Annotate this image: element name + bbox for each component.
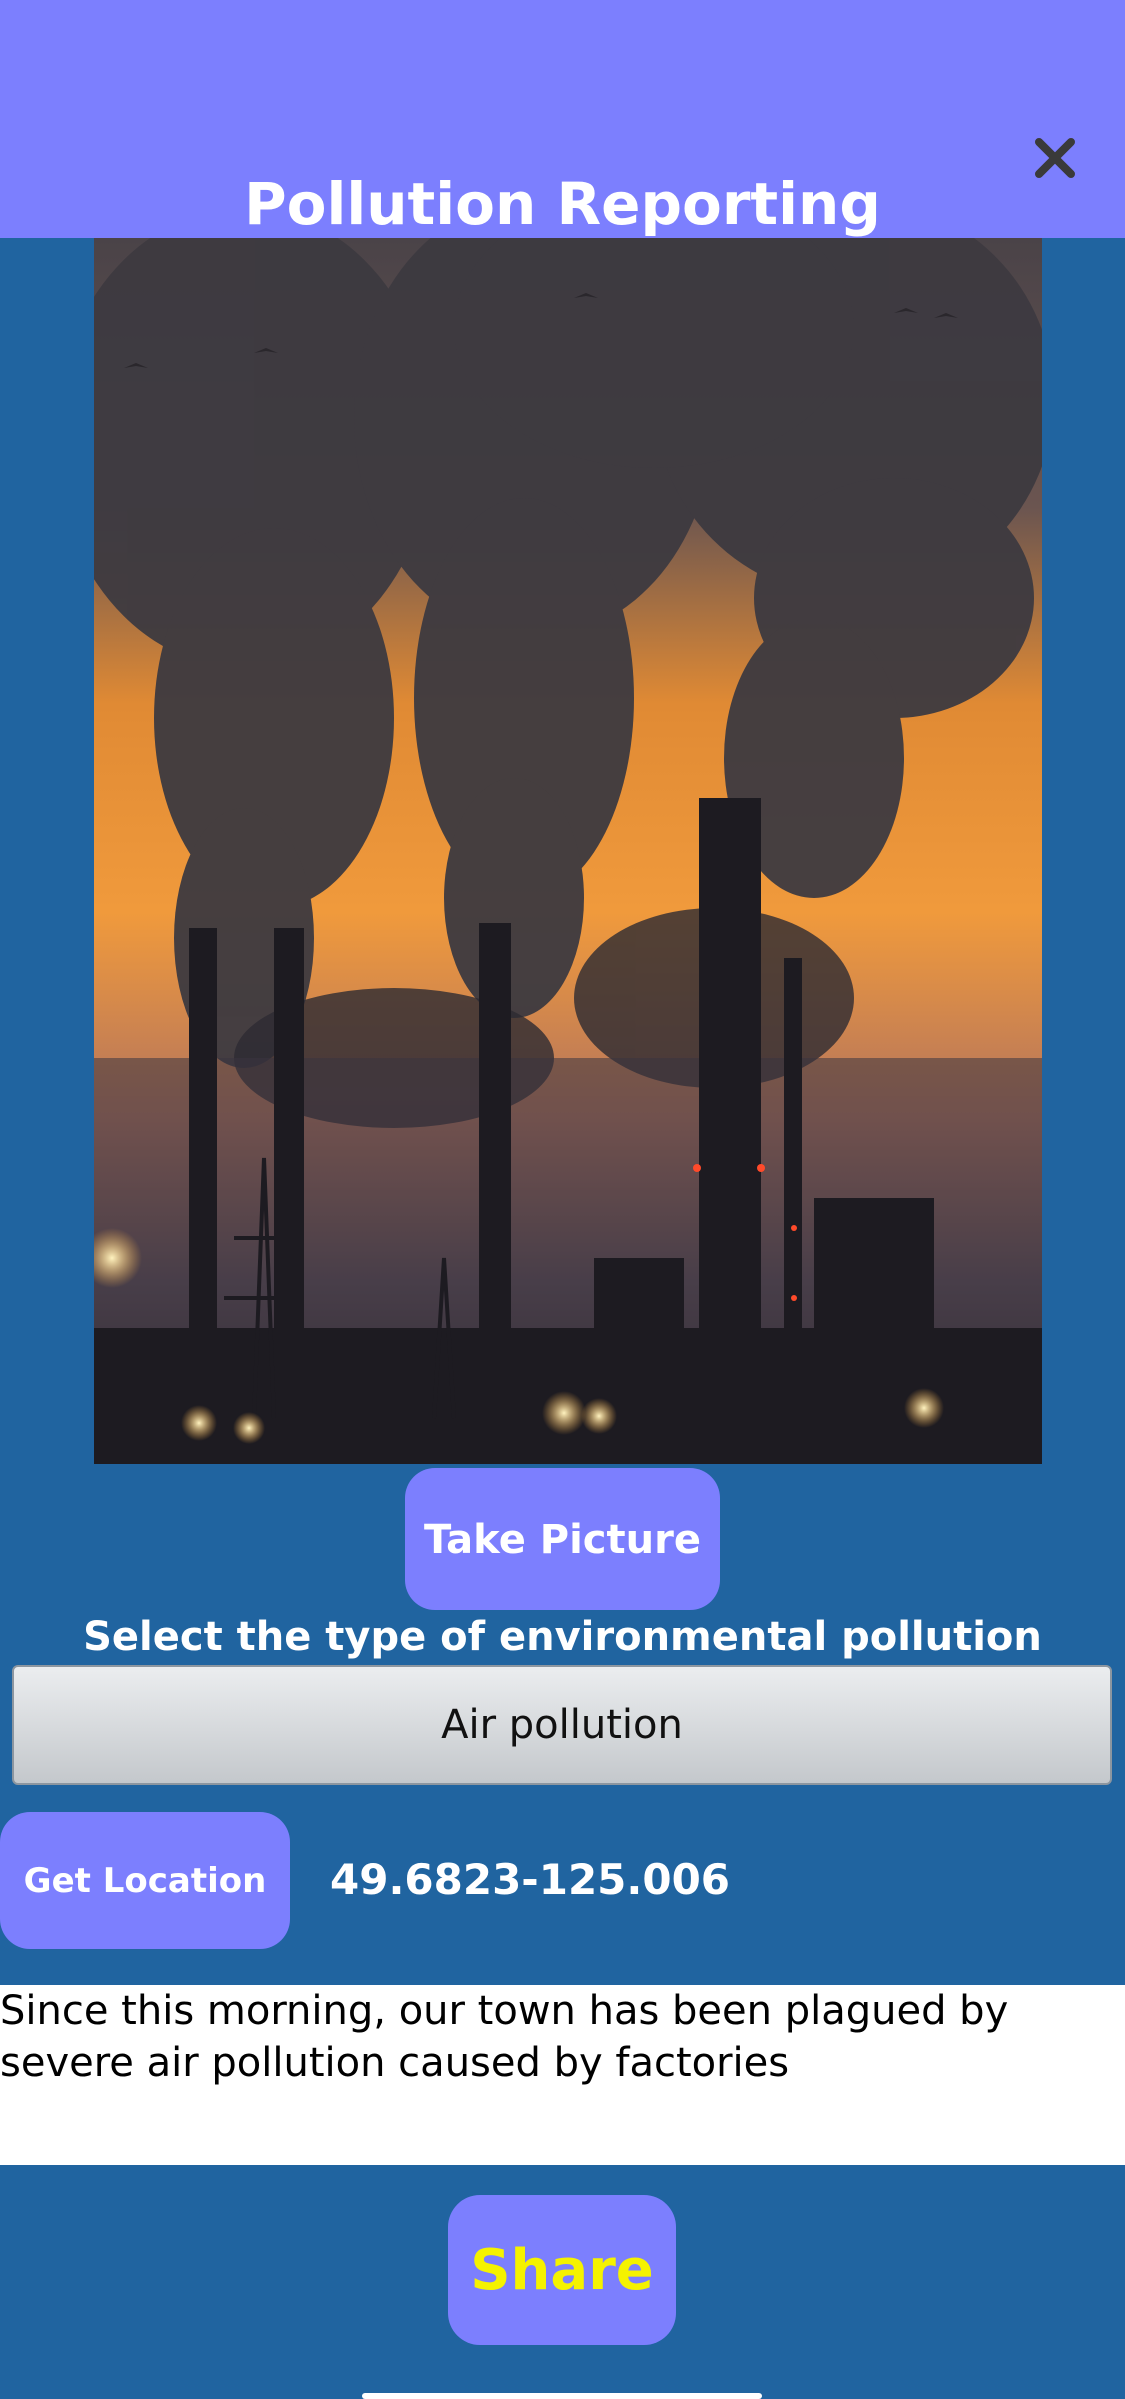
description-textarea[interactable]: Since this morning, our town has been pl… — [0, 1985, 1125, 2165]
share-button[interactable]: Share — [448, 2195, 676, 2345]
pollution-photo — [94, 238, 1042, 1464]
close-icon — [1035, 138, 1075, 178]
location-coordinates: 49.6823-125.006 — [330, 1855, 731, 1904]
page-title: Pollution Reporting — [244, 170, 881, 238]
home-indicator — [362, 2393, 762, 2399]
factory-smokestacks-image — [94, 238, 1042, 1464]
header-bar: Pollution Reporting — [0, 0, 1125, 238]
get-location-button[interactable]: Get Location — [0, 1812, 290, 1949]
pollution-type-prompt: Select the type of environmental polluti… — [83, 1614, 1042, 1660]
pollution-type-select[interactable]: Air pollution — [12, 1665, 1112, 1785]
take-picture-button[interactable]: Take Picture — [405, 1468, 720, 1610]
close-button[interactable] — [1030, 132, 1080, 184]
